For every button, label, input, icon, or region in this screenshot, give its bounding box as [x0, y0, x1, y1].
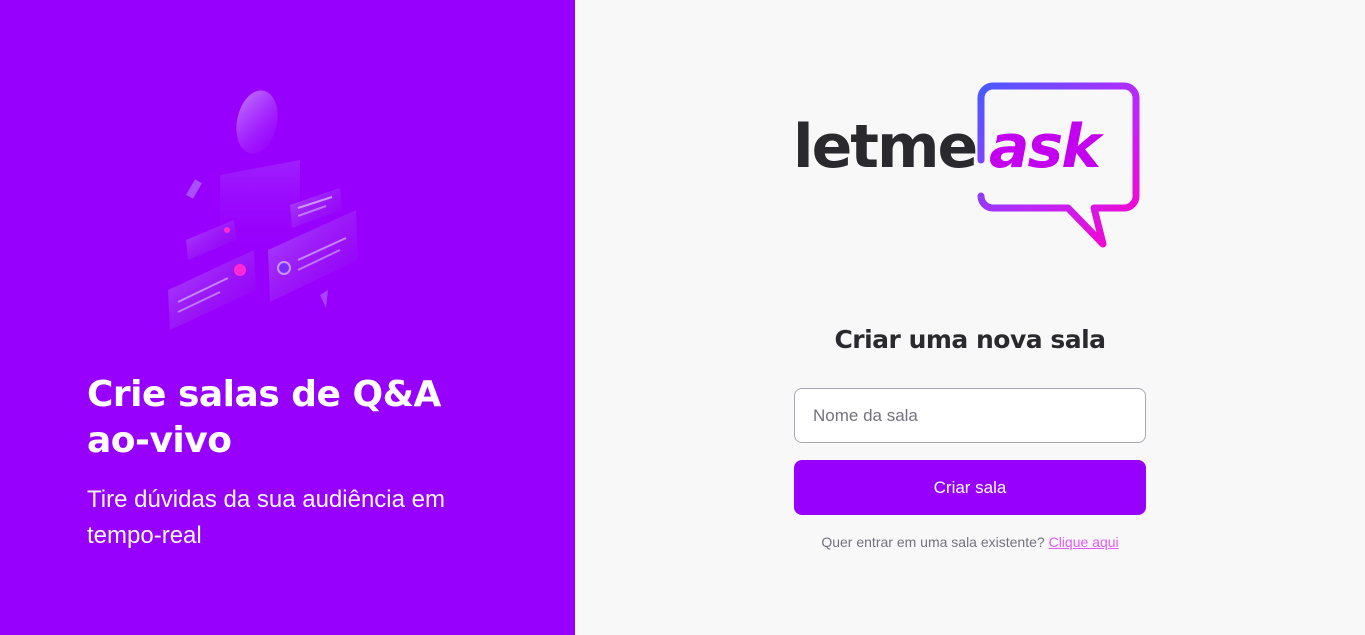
left-panel: Crie salas de Q&A ao-vivo Tire dúvidas d…: [0, 0, 575, 635]
join-prompt-text: Quer entrar em uma sala existente?: [821, 534, 1045, 550]
join-room-prompt: Quer entrar em uma sala existente? Cliqu…: [794, 532, 1146, 552]
join-room-link[interactable]: Clique aqui: [1049, 534, 1119, 550]
form-title: Criar uma nova sala: [834, 325, 1106, 354]
hero-subtitle: Tire dúvidas da sua audiência em tempo-r…: [87, 486, 445, 549]
letmeask-logo: letme ask: [793, 82, 1148, 252]
main-content: letme ask Criar uma nova sala Criar sala…: [575, 0, 1365, 635]
hero-title: Crie salas de Q&A ao-vivo: [87, 374, 441, 461]
create-room-button[interactable]: Criar sala: [794, 460, 1146, 515]
logo-text-letme: letme: [793, 112, 978, 182]
illustration-image: [168, 90, 358, 330]
room-name-input[interactable]: [794, 388, 1146, 443]
logo-text-ask: ask: [989, 112, 1101, 182]
